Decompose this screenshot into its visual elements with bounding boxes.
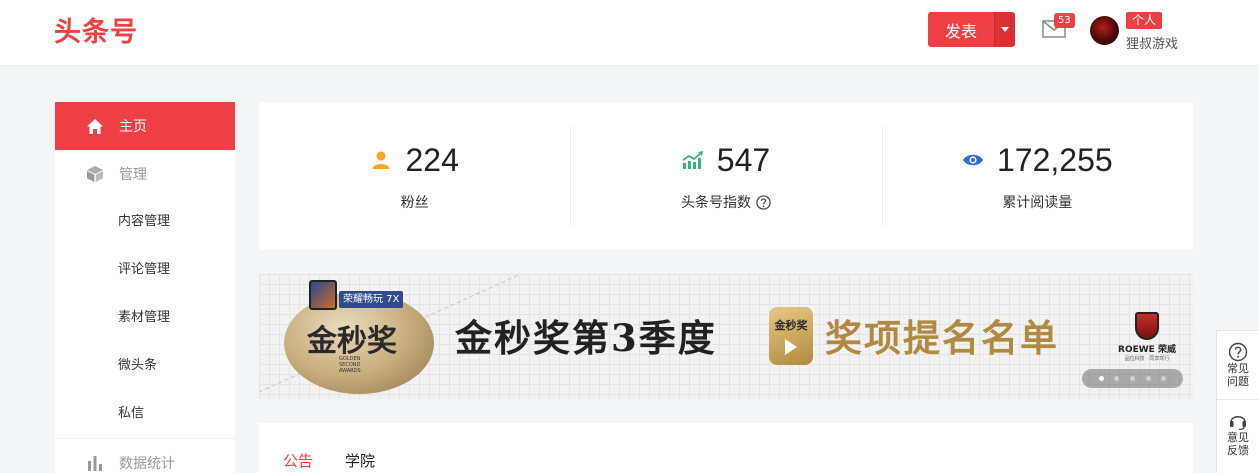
top-header: 头条号 发表 53 个人 狸叔游戏	[0, 0, 1259, 66]
play-badge-icon: 金秒奖	[769, 307, 813, 365]
carousel-dot[interactable]	[1114, 376, 1120, 381]
headset-icon	[1230, 415, 1246, 430]
sponsor-name: ROEWE 荣威	[1118, 345, 1176, 355]
sidebar-item-manage[interactable]: 管理	[55, 150, 235, 198]
account-type-badge: 个人	[1126, 12, 1163, 29]
sidebar-item-label: 主页	[119, 119, 147, 135]
floating-help-panel: 常见问题 意见反馈	[1216, 330, 1259, 473]
sidebar-item-stats[interactable]: 数据统计	[55, 439, 235, 473]
sidebar-item-micro-toutiao[interactable]: 微头条	[55, 342, 235, 390]
stat-value: 547	[716, 142, 771, 178]
stat-fans[interactable]: 224 粉丝	[259, 102, 570, 250]
shield-icon	[1135, 312, 1159, 340]
user-icon	[370, 149, 392, 171]
stat-label: 头条号指数	[680, 195, 751, 211]
username[interactable]: 狸叔游戏	[1126, 33, 1178, 52]
faq-button[interactable]: 常见问题	[1217, 331, 1259, 399]
publish-button-group: 发表	[928, 12, 1015, 47]
sidebar: 主页 管理 内容管理 评论管理 素材管理 微头条 私信 数据统计	[55, 102, 235, 473]
phone-image	[309, 280, 337, 310]
avatar[interactable]	[1090, 16, 1119, 45]
promo-banner[interactable]: 金秒奖 GOLDEN SECOND AWARDS 荣耀畅玩 7X 金秒奖第3季度…	[259, 274, 1193, 399]
phone-tag: 荣耀畅玩 7X	[339, 291, 404, 308]
carousel-dot[interactable]	[1098, 376, 1104, 381]
sidebar-item-label: 管理	[119, 167, 147, 183]
sidebar-item-material-manage[interactable]: 素材管理	[55, 294, 235, 342]
medal-text: 金秒奖	[307, 324, 397, 359]
carousel-dot[interactable]	[1129, 376, 1135, 381]
toutiaohao-logo[interactable]: 头条号	[54, 13, 138, 53]
question-icon[interactable]	[756, 194, 771, 210]
caret-down-icon	[1001, 27, 1009, 32]
question-icon	[1228, 342, 1248, 362]
sidebar-item-comment-manage[interactable]: 评论管理	[55, 246, 235, 294]
stat-label: 累计阅读量	[1002, 195, 1073, 211]
sidebar-item-content-manage[interactable]: 内容管理	[55, 198, 235, 246]
stats-card: 224 粉丝 547 头条号指数 172,255 累计阅读量	[259, 102, 1193, 250]
publish-dropdown-button[interactable]	[994, 12, 1015, 47]
announcement-card: 公告 学院	[259, 423, 1193, 473]
stat-value: 172,255	[996, 142, 1113, 178]
feedback-label: 意见反馈	[1227, 430, 1249, 457]
sidebar-item-private-message[interactable]: 私信	[55, 390, 235, 438]
badge-text: 金秒奖	[774, 319, 808, 332]
tab-announcement[interactable]: 公告	[283, 450, 313, 471]
tab-academy[interactable]: 学院	[345, 450, 375, 471]
stat-value: 224	[405, 142, 459, 178]
stat-index[interactable]: 547 头条号指数	[570, 102, 881, 250]
play-icon	[785, 339, 797, 355]
trend-up-icon	[682, 149, 704, 171]
eye-icon	[962, 149, 984, 171]
home-icon	[85, 117, 104, 136]
carousel-dot[interactable]	[1161, 376, 1167, 381]
bar-chart-icon	[85, 454, 104, 473]
sponsor-tagline: 品位科技 · 同享驾行	[1124, 356, 1170, 362]
cube-icon	[85, 165, 104, 184]
mail-count-badge: 53	[1054, 13, 1075, 28]
feedback-button[interactable]: 意见反馈	[1217, 399, 1259, 467]
banner-subtitle: 奖项提名名单	[825, 316, 1059, 360]
faq-label: 常见问题	[1227, 362, 1249, 388]
carousel-dot[interactable]	[1145, 376, 1151, 381]
sidebar-item-home[interactable]: 主页	[55, 102, 235, 150]
medal-subtext: GOLDEN SECOND AWARDS	[339, 356, 361, 374]
stat-reads[interactable]: 172,255 累计阅读量	[881, 102, 1193, 250]
publish-button[interactable]: 发表	[928, 12, 994, 47]
carousel-indicator	[1082, 369, 1183, 388]
sidebar-item-label: 数据统计	[119, 456, 175, 472]
sponsor-logo: ROEWE 荣威 品位科技 · 同享驾行	[1107, 312, 1187, 362]
banner-title: 金秒奖第3季度	[455, 316, 717, 360]
stat-label: 粉丝	[400, 195, 429, 211]
